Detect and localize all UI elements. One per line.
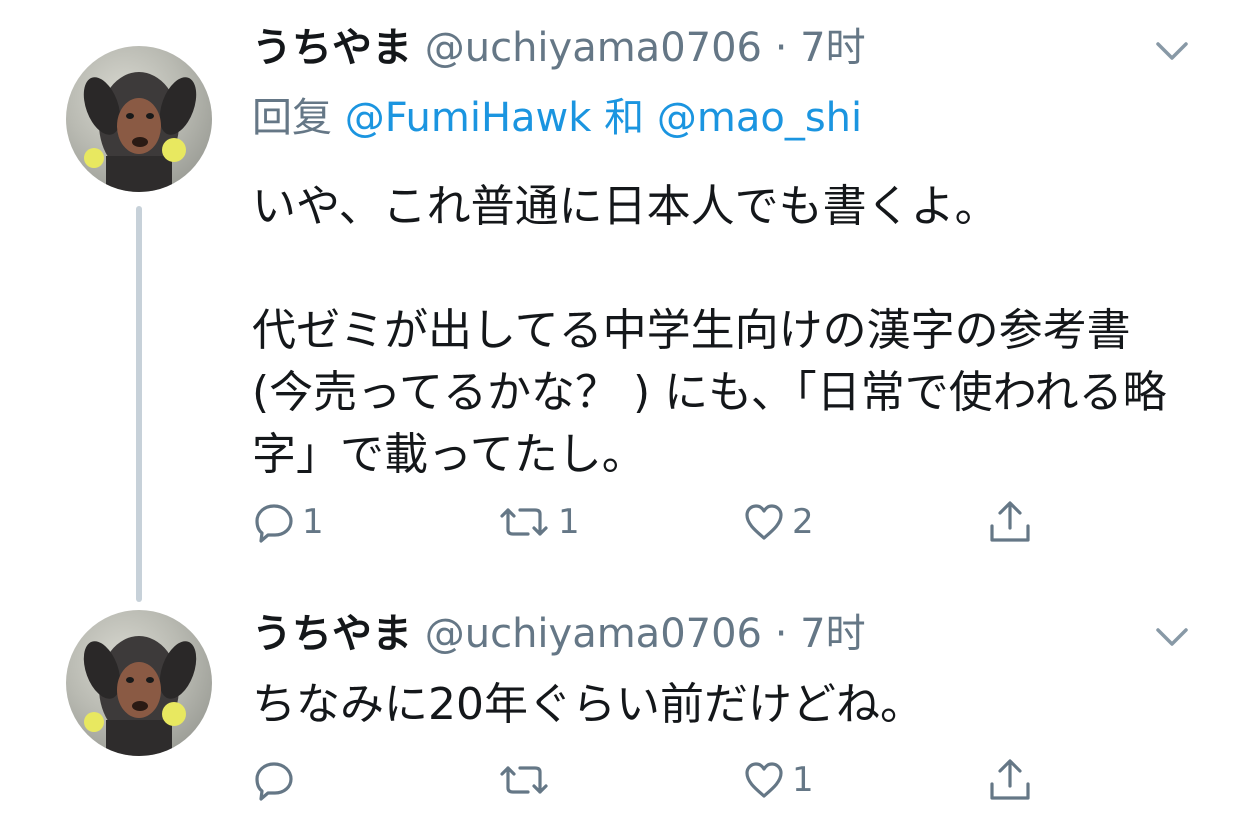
reply-button[interactable]: [252, 750, 302, 810]
avatar[interactable]: [66, 610, 212, 756]
user-handle[interactable]: @uchiyama0706: [425, 611, 762, 657]
share-icon: [986, 756, 1034, 804]
tweet-2: うちやま @uchiyama0706 · 7时 ちなみに20年ぐらい前だけどね。: [0, 0, 1242, 828]
separator-dot: ·: [774, 611, 788, 657]
like-count: 1: [792, 760, 814, 800]
tweet-actions: 1: [252, 750, 1052, 810]
retweet-button[interactable]: [496, 750, 558, 810]
heart-icon: [742, 758, 786, 802]
like-button[interactable]: 1: [742, 750, 814, 810]
tweet-time[interactable]: 7时: [800, 611, 865, 657]
tweet-header: うちやま @uchiyama0706 · 7时: [252, 604, 866, 664]
chevron-down-icon[interactable]: [1152, 622, 1192, 650]
reply-icon: [252, 758, 296, 802]
display-name[interactable]: うちやま: [252, 611, 412, 657]
tweet-text: ちなみに20年ぐらい前だけどね。: [252, 679, 924, 730]
retweet-icon: [496, 758, 552, 802]
share-button[interactable]: [986, 750, 1034, 810]
